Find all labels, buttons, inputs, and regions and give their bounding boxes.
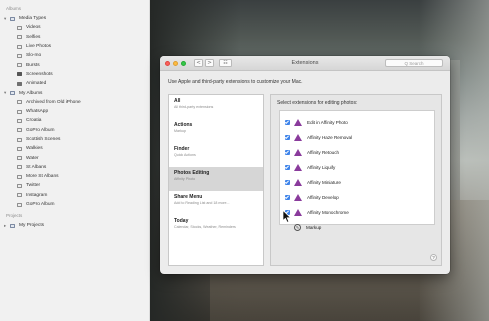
extension-row: Edit in Affinity Photo [280, 115, 434, 130]
search-placeholder: Q Search [404, 61, 424, 66]
window-controls [165, 60, 186, 66]
albums-section-header: Albums [6, 6, 22, 11]
album-icon [17, 174, 22, 179]
sidebar-album[interactable]: Scottish Scenes [0, 135, 149, 144]
slo-mo-icon [17, 53, 22, 58]
extension-row: Affinity Miniature [280, 175, 434, 190]
markup-icon: ✎ [294, 224, 301, 231]
extension-list: Edit in Affinity Photo Affinity Haze Rem… [279, 110, 435, 231]
extension-checkbox[interactable] [285, 135, 290, 140]
sidebar-album[interactable]: Twitter [0, 181, 149, 190]
show-all-grid-button[interactable]: ☷ [219, 59, 232, 67]
affinity-photo-icon [294, 179, 302, 186]
navigation-buttons: < > ☷ [194, 59, 232, 67]
extensions-header: Select extensions for editing photos: [277, 100, 358, 106]
sidebar-album[interactable]: More St Albans [0, 172, 149, 181]
sidebar-album[interactable]: Walkies [0, 144, 149, 153]
album-icon [17, 128, 22, 133]
category-actions[interactable]: Actions Markup [169, 119, 263, 143]
sidebar-album[interactable]: GoPro Album [0, 200, 149, 209]
affinity-photo-icon [294, 164, 302, 171]
album-icon [17, 146, 22, 151]
zoom-button[interactable] [181, 60, 186, 66]
category-today[interactable]: Today Calendar, Stocks, Weather, Reminde… [169, 215, 263, 239]
animated-icon [17, 81, 22, 86]
help-button[interactable]: ? [430, 254, 437, 261]
sidebar-album[interactable]: St Albans [0, 163, 149, 172]
album-icon [17, 202, 22, 207]
sidebar-folder-media-types[interactable]: ▾ Media Types [0, 14, 149, 23]
album-icon [17, 109, 22, 114]
category-all[interactable]: All All third-party extensions [169, 95, 263, 119]
extension-checkbox[interactable] [285, 150, 290, 155]
sidebar-item-bursts[interactable]: Bursts [0, 60, 149, 69]
album-icon [17, 165, 22, 170]
live-photo-icon [17, 44, 22, 49]
extension-checkbox[interactable] [285, 195, 290, 200]
sidebar-album[interactable]: WhatsApp [0, 107, 149, 116]
back-button[interactable]: < [194, 59, 203, 67]
sidebar-item-screenshots[interactable]: Screenshots [0, 70, 149, 79]
album-icon [17, 156, 22, 161]
affinity-photo-icon [294, 134, 302, 141]
extension-row: Affinity Liquify [280, 160, 434, 175]
album-icon [17, 100, 22, 105]
minimize-button[interactable] [173, 60, 178, 66]
sidebar-folder-my-albums[interactable]: ▾ My Albums [0, 88, 149, 97]
search-field[interactable]: Q Search [385, 59, 443, 67]
video-icon [17, 25, 22, 30]
sidebar-item-selfies[interactable]: Selfies [0, 33, 149, 42]
sidebar-item-animated[interactable]: Animated [0, 79, 149, 88]
sidebar-album[interactable]: Water [0, 153, 149, 162]
album-icon [17, 183, 22, 188]
bursts-icon [17, 63, 22, 68]
sidebar-folder-my-projects[interactable]: ▸ My Projects [0, 221, 149, 230]
affinity-photo-icon [294, 149, 302, 156]
folder-icon [10, 16, 15, 21]
folder-icon [10, 91, 15, 96]
album-icon [17, 118, 22, 123]
category-finder[interactable]: Finder Quick Actions [169, 143, 263, 167]
affinity-photo-icon [294, 119, 302, 126]
projects-section-header: Projects [6, 213, 23, 219]
screenshot-icon [17, 72, 22, 77]
sidebar-item-videos[interactable]: Videos [0, 23, 149, 32]
category-share-menu[interactable]: Share Menu Add to Reading List and 18 mo… [169, 191, 263, 215]
sidebar-album[interactable]: GoPro Album [0, 126, 149, 135]
close-button[interactable] [165, 60, 170, 66]
affinity-photo-icon [294, 209, 302, 216]
sidebar-item-slo-mo[interactable]: Slo-mo [0, 51, 149, 60]
extension-detail-pane: Select extensions for editing photos: Ed… [270, 94, 442, 266]
window-description: Use Apple and third-party extensions to … [168, 79, 303, 85]
category-list: All All third-party extensions Actions M… [168, 94, 264, 266]
title-bar: Extensions < > ☷ Q Search [160, 56, 450, 71]
extension-row-markup: ✎ Markup [280, 220, 434, 235]
affinity-photo-icon [294, 194, 302, 201]
extension-checkbox-empty[interactable] [285, 225, 290, 230]
sidebar-album[interactable]: Croatia [0, 116, 149, 125]
sidebar-album[interactable]: Archived from Old iPhone [0, 98, 149, 107]
category-photos-editing[interactable]: Photos Editing Affinity Photo [169, 167, 263, 191]
extension-checkbox[interactable] [285, 180, 290, 185]
extension-checkbox[interactable] [285, 165, 290, 170]
folder-icon [10, 223, 15, 228]
album-icon [17, 137, 22, 142]
selfie-icon [17, 35, 22, 40]
extension-row: Affinity Monochrome [280, 205, 434, 220]
extension-row: Affinity Retouch [280, 145, 434, 160]
extension-checkbox[interactable] [285, 120, 290, 125]
album-icon [17, 193, 22, 198]
forward-button[interactable]: > [205, 59, 214, 67]
extension-row: Affinity Develop [280, 190, 434, 205]
extensions-window: Extensions < > ☷ Q Search Use Apple and … [160, 56, 450, 274]
pointer-cursor-icon [282, 210, 292, 223]
sidebar-album[interactable]: Instagram [0, 191, 149, 200]
extension-row: Affinity Haze Removal [280, 130, 434, 145]
sidebar-item-live-photos[interactable]: Live Photos [0, 42, 149, 51]
photos-sidebar: Albums ▾ Media Types Videos Selfies Live… [0, 0, 150, 321]
